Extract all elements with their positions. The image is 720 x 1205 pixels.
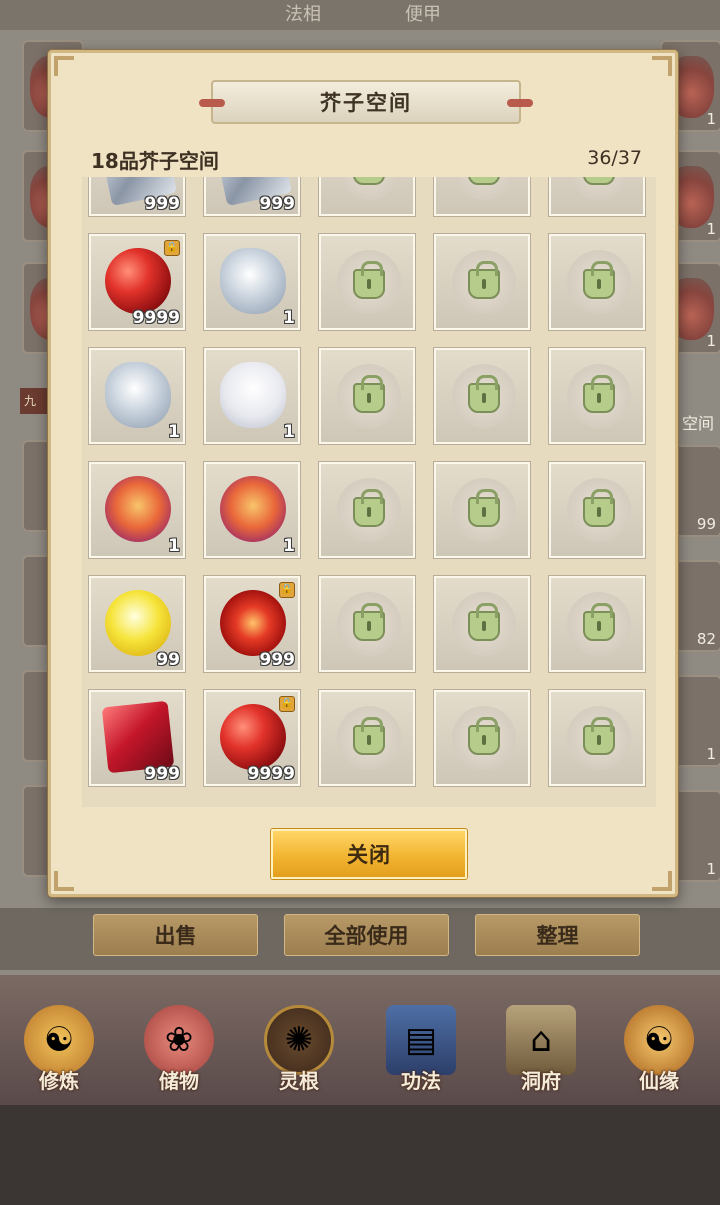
empty-slot[interactable] — [434, 462, 530, 558]
empty-slot[interactable] — [549, 177, 645, 216]
item-count: 999 — [144, 194, 181, 214]
empty-slot[interactable] — [319, 462, 415, 558]
item-count: 1 — [283, 536, 295, 556]
empty-slot-lock-icon — [353, 717, 385, 755]
red-gem-icon — [101, 700, 175, 774]
jewel-ring-icon — [220, 476, 286, 542]
bound-lock-icon: 🔒 — [164, 240, 180, 256]
item-slot[interactable]: 99 — [89, 576, 185, 672]
empty-slot[interactable] — [434, 177, 530, 216]
item-count: 999 — [259, 650, 296, 670]
empty-slot[interactable] — [549, 576, 645, 672]
sort-button[interactable]: 整理 — [475, 914, 640, 956]
item-count: 9999 — [247, 764, 295, 784]
empty-slot[interactable] — [549, 234, 645, 330]
item-count: 1 — [168, 422, 180, 442]
corner-ornament — [652, 871, 672, 891]
red-orb-icon — [105, 248, 171, 314]
capacity-counter: 36/37 — [587, 147, 642, 169]
bound-lock-icon: 🔒 — [279, 582, 295, 598]
bound-lock-icon: 🔒 — [279, 696, 295, 712]
empty-slot[interactable] — [319, 234, 415, 330]
empty-slot-lock-icon — [583, 717, 615, 755]
nav-item-immortal-fate[interactable]: ☯ 仙缘 — [604, 995, 714, 1105]
item-slot[interactable]: 1 — [204, 462, 300, 558]
empty-slot-lock-icon — [353, 375, 385, 413]
fire-orb-icon — [220, 590, 286, 656]
close-button[interactable]: 关闭 — [271, 829, 467, 879]
corner-ornament — [54, 871, 74, 891]
item-count: 999 — [259, 194, 296, 214]
item-grid-scroll[interactable]: 999 999 🔒 9999 1 1 1 1 1 99 🔒 999 999 🔒 9999 — [82, 177, 656, 807]
yellow-orb-icon — [105, 590, 171, 656]
use-all-button[interactable]: 全部使用 — [284, 914, 449, 956]
nav-item-scripture[interactable]: ▤ 功法 — [366, 995, 476, 1105]
empty-slot[interactable] — [434, 348, 530, 444]
empty-slot-lock-icon — [468, 489, 500, 527]
space-dialog: 芥子空间 18品芥子空间 36/37 999 999 🔒 9999 1 1 1 1 1 99 🔒 99… — [48, 50, 678, 897]
bg-tab-bianjia: 便甲 — [405, 4, 441, 25]
item-slot[interactable]: 999 — [89, 690, 185, 786]
item-count: 1 — [168, 536, 180, 556]
bg-left-tag: 九 — [20, 388, 50, 414]
empty-slot-lock-icon — [583, 375, 615, 413]
empty-slot-lock-icon — [353, 603, 385, 641]
sell-button[interactable]: 出售 — [93, 914, 258, 956]
empty-slot-lock-icon — [468, 603, 500, 641]
empty-slot-lock-icon — [583, 261, 615, 299]
item-count: 99 — [156, 650, 180, 670]
nav-item-spirit-root[interactable]: ✺ 灵根 — [244, 995, 354, 1105]
nav-item-cave[interactable]: ⌂ 洞府 — [486, 995, 596, 1105]
corner-ornament — [652, 56, 672, 76]
empty-slot-lock-icon — [353, 489, 385, 527]
empty-slot-lock-icon — [468, 375, 500, 413]
nav-item-cultivate[interactable]: ☯ 修炼 — [4, 995, 114, 1105]
white-beast-icon — [220, 362, 286, 428]
empty-slot[interactable] — [319, 348, 415, 444]
empty-slot-lock-icon — [583, 489, 615, 527]
bottom-nav: ☯ 修炼 ❀ 储物 ✺ 灵根 ▤ 功法 ⌂ 洞府 ☯ 仙缘 — [0, 975, 720, 1105]
item-count: 1 — [283, 422, 295, 442]
item-count: 999 — [144, 764, 181, 784]
empty-slot[interactable] — [434, 576, 530, 672]
jewel-ring-icon — [105, 476, 171, 542]
silver-dragon-icon — [220, 248, 286, 314]
empty-slot[interactable] — [434, 690, 530, 786]
red-orb-icon — [220, 704, 286, 770]
empty-slot-lock-icon — [468, 261, 500, 299]
bg-top-strip: 法相 便甲 — [0, 0, 720, 30]
empty-slot-lock-icon — [468, 717, 500, 755]
item-slot[interactable]: 🔒 9999 — [204, 690, 300, 786]
item-count: 9999 — [132, 308, 180, 328]
dialog-title-bar: 芥子空间 — [199, 80, 533, 124]
item-slot[interactable]: 999 — [89, 177, 185, 216]
item-count: 1 — [283, 308, 295, 328]
nav-item-storage[interactable]: ❀ 储物 — [124, 995, 234, 1105]
item-slot[interactable]: 🔒 999 — [204, 576, 300, 672]
empty-slot[interactable] — [434, 234, 530, 330]
bottom-dark-area — [0, 1105, 720, 1205]
empty-slot[interactable] — [319, 576, 415, 672]
item-slot[interactable]: 1 — [89, 462, 185, 558]
space-grade-label: 18品芥子空间 — [91, 149, 219, 173]
bg-tab-faxiang: 法相 — [285, 4, 321, 25]
dialog-title: 芥子空间 — [320, 91, 412, 115]
empty-slot[interactable] — [549, 348, 645, 444]
item-slot[interactable]: 999 — [204, 177, 300, 216]
bg-right-label: 空间 — [682, 414, 715, 433]
item-slot[interactable]: 🔒 9999 — [89, 234, 185, 330]
silver-dragon-icon — [105, 362, 171, 428]
item-slot[interactable]: 1 — [204, 348, 300, 444]
empty-slot-lock-icon — [583, 603, 615, 641]
empty-slot[interactable] — [319, 690, 415, 786]
item-slot[interactable]: 1 — [204, 234, 300, 330]
empty-slot[interactable] — [549, 462, 645, 558]
empty-slot[interactable] — [549, 690, 645, 786]
action-bar: 出售 全部使用 整理 — [0, 908, 720, 970]
corner-ornament — [54, 56, 74, 76]
empty-slot-lock-icon — [353, 261, 385, 299]
item-slot[interactable]: 1 — [89, 348, 185, 444]
empty-slot[interactable] — [319, 177, 415, 216]
